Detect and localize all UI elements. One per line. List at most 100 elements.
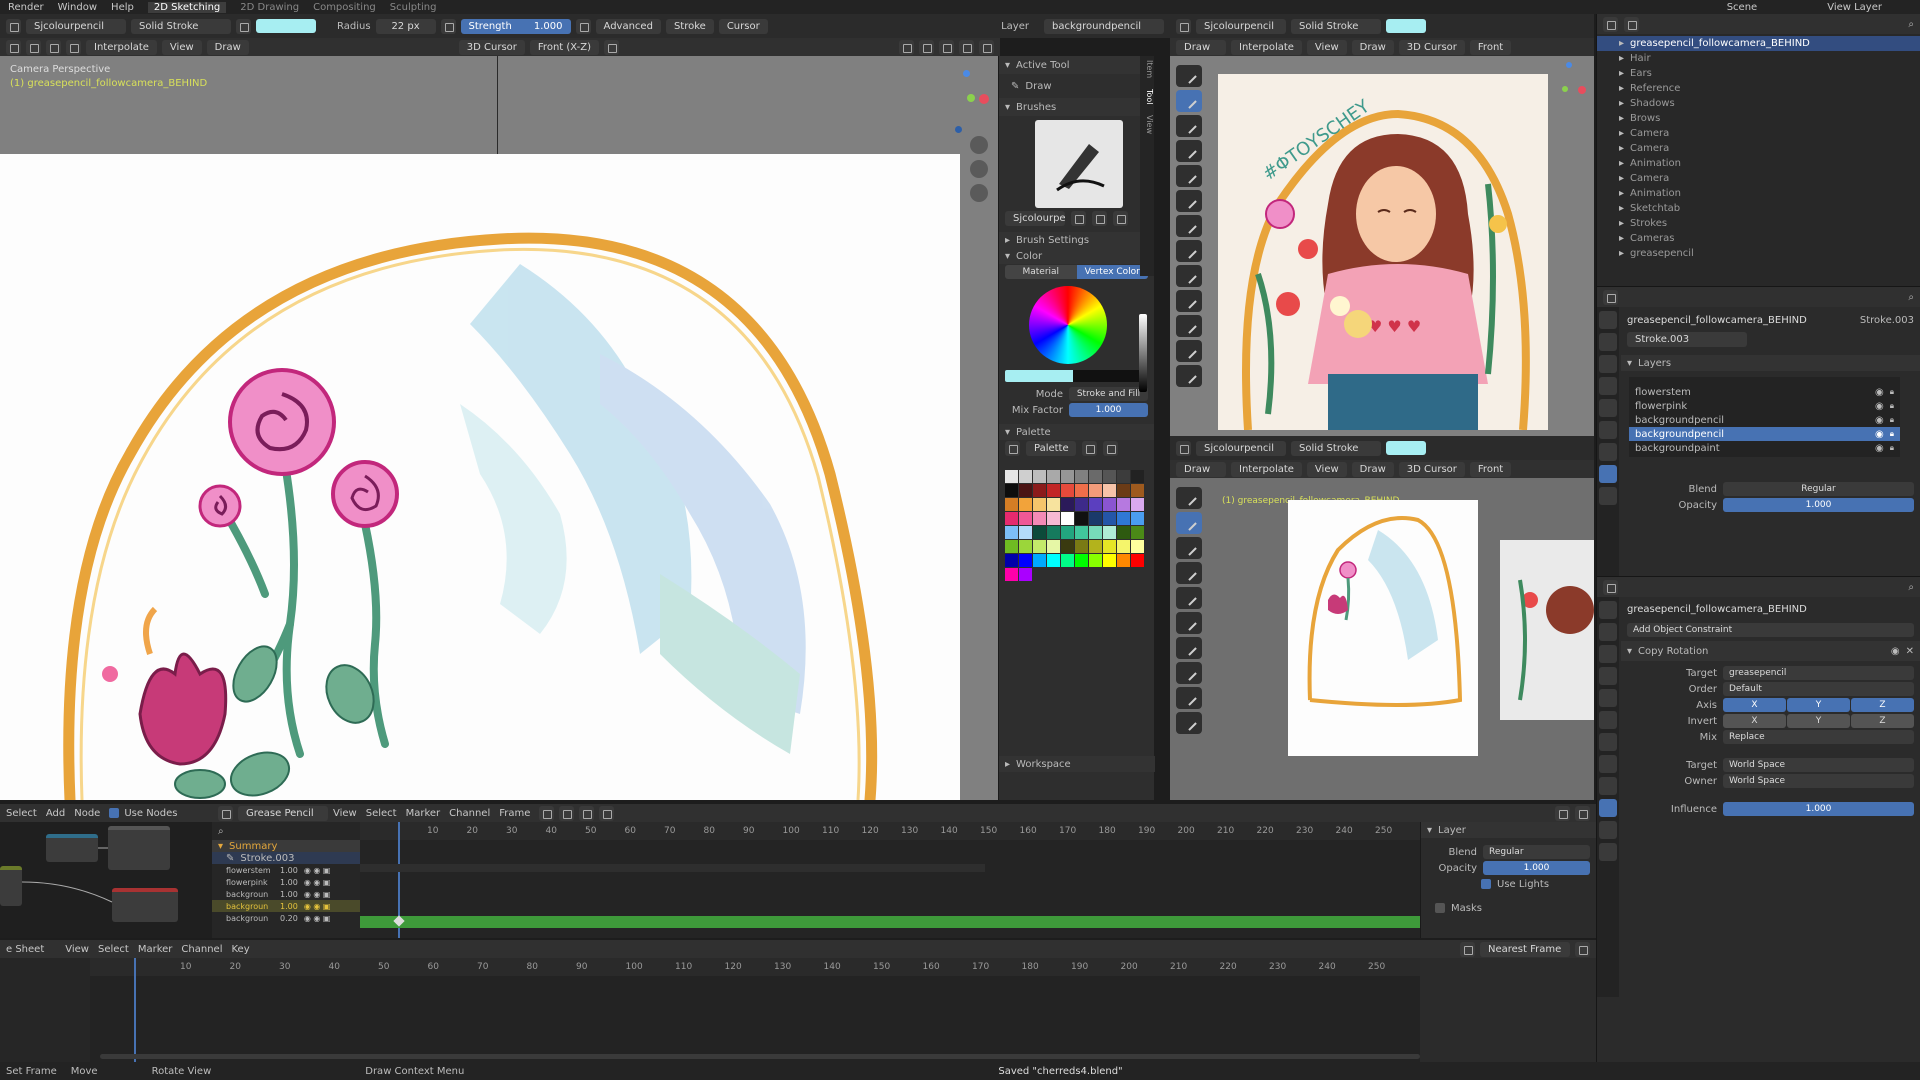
ref-curve-tool[interactable] bbox=[1176, 315, 1202, 337]
strength-pressure-icon[interactable] bbox=[575, 18, 591, 34]
workspace-header[interactable]: ▸ Workspace bbox=[999, 756, 1155, 772]
cam-curve-tool[interactable] bbox=[1176, 712, 1202, 734]
layer-selector[interactable]: backgroundpencil bbox=[1044, 18, 1164, 34]
palette-swatch[interactable] bbox=[1033, 498, 1046, 511]
shading-render-icon[interactable] bbox=[979, 39, 994, 55]
outliner-expand-icon[interactable]: ▸ bbox=[1619, 68, 1624, 79]
axis-y-toggle[interactable]: Y bbox=[1787, 698, 1850, 712]
view-menu[interactable]: View bbox=[161, 39, 202, 55]
c-constraint-tab[interactable] bbox=[1599, 799, 1617, 817]
palette-swatch[interactable] bbox=[1033, 554, 1046, 567]
output-props-tab[interactable] bbox=[1599, 355, 1617, 373]
material-tab[interactable]: Material bbox=[1005, 265, 1077, 279]
shading-wire-icon[interactable] bbox=[919, 39, 934, 55]
palette-swatch[interactable] bbox=[1047, 554, 1060, 567]
select-circle-icon[interactable] bbox=[26, 39, 41, 55]
ref-mode-icon[interactable] bbox=[1176, 18, 1191, 34]
palette-swatch[interactable] bbox=[1005, 470, 1018, 483]
cam-select-tool[interactable] bbox=[1176, 487, 1202, 509]
outliner-item[interactable]: ▸ Camera bbox=[1597, 126, 1920, 141]
outliner-expand-icon[interactable]: ▸ bbox=[1619, 158, 1624, 169]
overlay-icon[interactable] bbox=[899, 39, 914, 55]
palette-swatch[interactable] bbox=[1047, 540, 1060, 553]
ref-erase-tool[interactable] bbox=[1176, 140, 1202, 162]
zoom-icon[interactable] bbox=[970, 136, 988, 154]
dopesheet-channel-row[interactable]: backgroun 1.00 ◉ ◉ ▣ bbox=[212, 900, 360, 912]
advanced-dropdown[interactable]: Advanced bbox=[595, 18, 661, 34]
ref-stroke-mode[interactable]: Solid Stroke bbox=[1291, 18, 1381, 34]
menu-window[interactable]: Window bbox=[58, 2, 97, 13]
timeline-key-menu[interactable]: Key bbox=[231, 944, 249, 955]
outliner-expand-icon[interactable]: ▸ bbox=[1619, 188, 1624, 199]
masks-checkbox[interactable] bbox=[1435, 903, 1445, 913]
outliner-expand-icon[interactable]: ▸ bbox=[1619, 83, 1624, 94]
outliner-expand-icon[interactable]: ▸ bbox=[1619, 128, 1624, 139]
constraint-mix-dropdown[interactable]: Replace bbox=[1723, 730, 1914, 744]
dopesheet-editor-icon[interactable] bbox=[218, 805, 233, 821]
axis-z-toggle[interactable]: Z bbox=[1851, 698, 1914, 712]
3d-cursor-dropdown[interactable]: 3D Cursor bbox=[458, 39, 525, 55]
render-props-tab[interactable] bbox=[1599, 333, 1617, 351]
palette-swatch[interactable] bbox=[1005, 540, 1018, 553]
palette-swatch[interactable] bbox=[1019, 512, 1032, 525]
gp-layer-row[interactable]: backgroundpaint ◉ 🔒︎ bbox=[1629, 441, 1900, 455]
constraint-visibility-icon[interactable]: ◉ bbox=[1891, 646, 1900, 657]
palette-swatch[interactable] bbox=[1117, 512, 1130, 525]
grid-icon[interactable] bbox=[604, 39, 619, 55]
layer-lock-icon[interactable]: 🔒︎ bbox=[1890, 443, 1894, 453]
sidebar-tab-tool[interactable]: Tool bbox=[1145, 85, 1154, 109]
workspace-tab-compositing[interactable]: Compositing bbox=[313, 2, 376, 13]
outliner-expand-icon[interactable]: ▸ bbox=[1619, 203, 1624, 214]
color-swatch[interactable] bbox=[256, 19, 316, 33]
use-lights-checkbox[interactable] bbox=[1481, 879, 1491, 889]
cam-color-swatch[interactable] bbox=[1386, 441, 1426, 455]
palette-swatch[interactable] bbox=[1117, 554, 1130, 567]
outliner-expand-icon[interactable]: ▸ bbox=[1619, 248, 1624, 259]
palette-swatch[interactable] bbox=[1117, 540, 1130, 553]
timeline-scrollbar[interactable] bbox=[100, 1054, 1420, 1059]
gp-layer-row[interactable]: backgroundpencil ◉ 🔒︎ bbox=[1629, 427, 1900, 441]
cam-line-tool[interactable] bbox=[1176, 662, 1202, 684]
workspace-tab-2d-sketching[interactable]: 2D Sketching bbox=[147, 1, 227, 13]
active-color-bar[interactable] bbox=[1005, 370, 1141, 382]
outliner-expand-icon[interactable]: ▸ bbox=[1619, 233, 1624, 244]
dopesheet-channel-row[interactable]: backgroun 1.00 ◉ ◉ ▣ bbox=[212, 888, 360, 900]
ref-arc-tool[interactable] bbox=[1176, 290, 1202, 312]
value-slider[interactable] bbox=[1139, 314, 1147, 392]
brush-preview[interactable] bbox=[1035, 120, 1123, 208]
palette-swatch[interactable] bbox=[1103, 512, 1116, 525]
ref-viewport[interactable]: (1) greasepencil_followcamera_BEHIND #ΦΤ… bbox=[1170, 56, 1594, 436]
gizmo-z-dot[interactable] bbox=[963, 70, 970, 77]
layer-lock-icon[interactable]: 🔒︎ bbox=[1890, 401, 1894, 411]
strength-field[interactable]: Strength 1.000 bbox=[460, 18, 571, 34]
ref-object-selector[interactable]: Sjcolourpencil bbox=[1196, 18, 1286, 34]
constraint-target-space-dropdown[interactable]: World Space bbox=[1723, 758, 1914, 772]
menu-render[interactable]: Render bbox=[8, 2, 44, 13]
palette-swatch[interactable] bbox=[1005, 484, 1018, 497]
palette-swatch[interactable] bbox=[1089, 540, 1102, 553]
constraint-influence-field[interactable]: 1.000 bbox=[1723, 802, 1914, 816]
palette-swatch[interactable] bbox=[1019, 568, 1032, 581]
outliner-display-mode-icon[interactable] bbox=[1624, 16, 1639, 32]
palette-swatch[interactable] bbox=[1019, 498, 1032, 511]
navigation-gizmo[interactable] bbox=[945, 64, 993, 133]
ref-circle-tool[interactable] bbox=[1176, 365, 1202, 387]
brush-settings-header[interactable]: ▸ Brush Settings bbox=[999, 232, 1154, 248]
gizmo-neg-z-dot[interactable] bbox=[955, 126, 962, 133]
add-constraint-button[interactable]: Add Object Constraint bbox=[1627, 623, 1914, 637]
move-down-icon[interactable] bbox=[599, 805, 615, 821]
sidebar-tab-item[interactable]: Item bbox=[1145, 56, 1154, 82]
timeline-marker-menu[interactable]: Marker bbox=[138, 944, 173, 955]
gp-layer-row[interactable]: backgroundpencil ◉ 🔒︎ bbox=[1629, 413, 1900, 427]
ref-cutter-tool[interactable] bbox=[1176, 190, 1202, 212]
ref-draw-menu[interactable]: Draw bbox=[1351, 39, 1394, 55]
c-modifier-tab[interactable] bbox=[1599, 733, 1617, 751]
ref-gizmo-x[interactable] bbox=[1578, 86, 1586, 94]
scene-selector[interactable]: Scene bbox=[1727, 2, 1758, 13]
layer-lock-icon[interactable]: 🔒︎ bbox=[1890, 387, 1894, 397]
draw-menu[interactable]: Draw bbox=[206, 39, 249, 55]
outliner-item[interactable]: ▸ Sketchtab bbox=[1597, 201, 1920, 216]
ref-line-tool[interactable] bbox=[1176, 240, 1202, 262]
c-fx-tab[interactable] bbox=[1599, 755, 1617, 773]
cam-viewport[interactable]: (1) greasepencil_followcamera_BEHIND bbox=[1170, 478, 1594, 800]
